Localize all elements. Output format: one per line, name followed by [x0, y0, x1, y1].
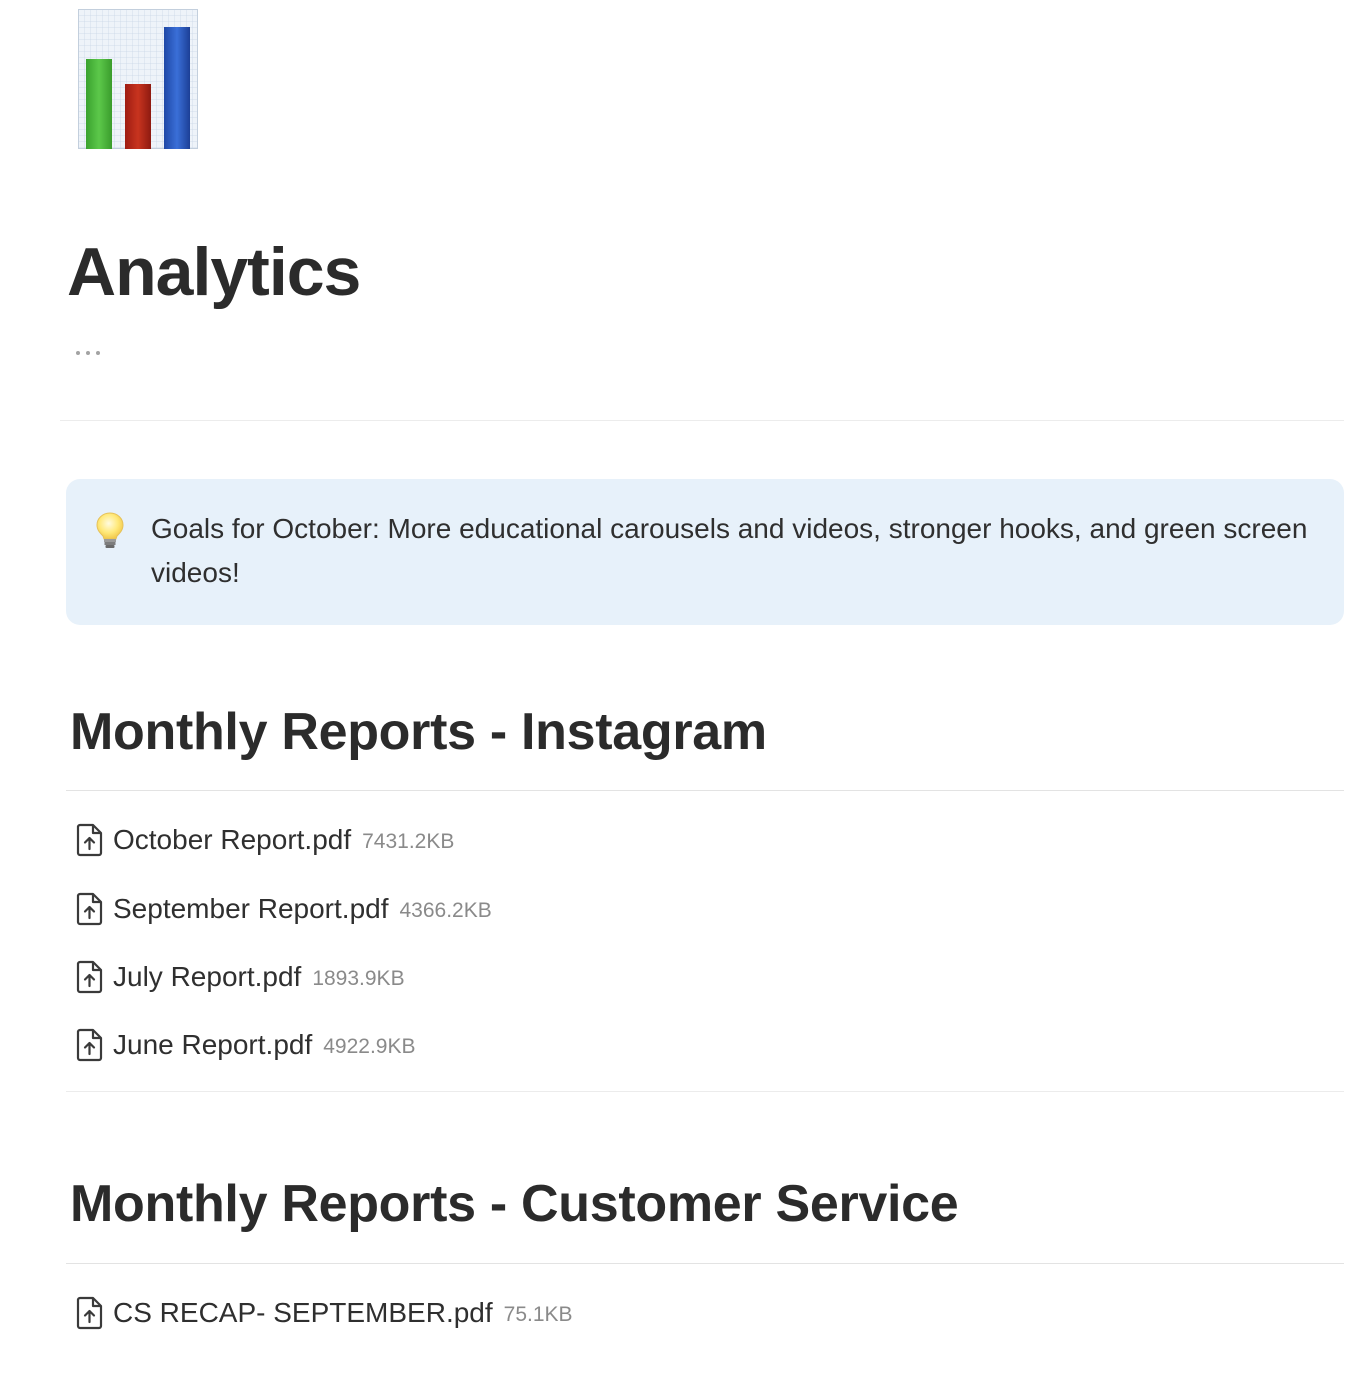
callout[interactable]: Goals for October: More educational caro…: [66, 479, 1344, 625]
light-bulb-icon: [94, 511, 126, 551]
section-divider: [66, 790, 1344, 791]
section-divider: [66, 1263, 1344, 1264]
file-name: June Report.pdf: [113, 1029, 313, 1060]
file-size: 75.1KB: [503, 1303, 573, 1326]
file-upload-icon: [76, 892, 104, 926]
file-attachment[interactable]: September Report.pdf 4366.2KB: [76, 889, 492, 929]
file-size: 4366.2KB: [399, 899, 492, 922]
bar-chart-icon[interactable]: [78, 9, 198, 149]
file-attachment[interactable]: October Report.pdf 7431.2KB: [76, 820, 454, 860]
file-upload-icon: [76, 960, 104, 994]
file-attachment[interactable]: CS RECAP- SEPTEMBER.pdf 75.1KB: [76, 1293, 573, 1333]
file-size: 4922.9KB: [323, 1035, 416, 1058]
file-name: July Report.pdf: [113, 961, 302, 992]
more-options-button[interactable]: [70, 340, 106, 366]
more-horizontal-icon-dot: [96, 351, 100, 355]
section-divider: [66, 1091, 1344, 1092]
more-horizontal-icon-dot: [86, 351, 90, 355]
file-attachment[interactable]: July Report.pdf 1893.9KB: [76, 957, 405, 997]
file-size: 7431.2KB: [362, 830, 455, 853]
file-attachment[interactable]: June Report.pdf 4922.9KB: [76, 1025, 416, 1065]
file-name: CS RECAP- SEPTEMBER.pdf: [113, 1297, 493, 1328]
section-heading-instagram: Monthly Reports - Instagram: [70, 703, 767, 761]
page-title: Analytics: [67, 234, 361, 310]
file-upload-icon: [76, 1296, 104, 1330]
callout-text: Goals for October: More educational caro…: [151, 513, 1308, 588]
file-upload-icon: [76, 1028, 104, 1062]
more-horizontal-icon: [76, 351, 80, 355]
file-size: 1893.9KB: [312, 967, 405, 990]
section-heading-customer-service: Monthly Reports - Customer Service: [70, 1175, 959, 1233]
file-name: October Report.pdf: [113, 824, 352, 855]
file-upload-icon: [76, 823, 104, 857]
header-divider: [60, 420, 1344, 421]
file-name: September Report.pdf: [113, 893, 389, 924]
